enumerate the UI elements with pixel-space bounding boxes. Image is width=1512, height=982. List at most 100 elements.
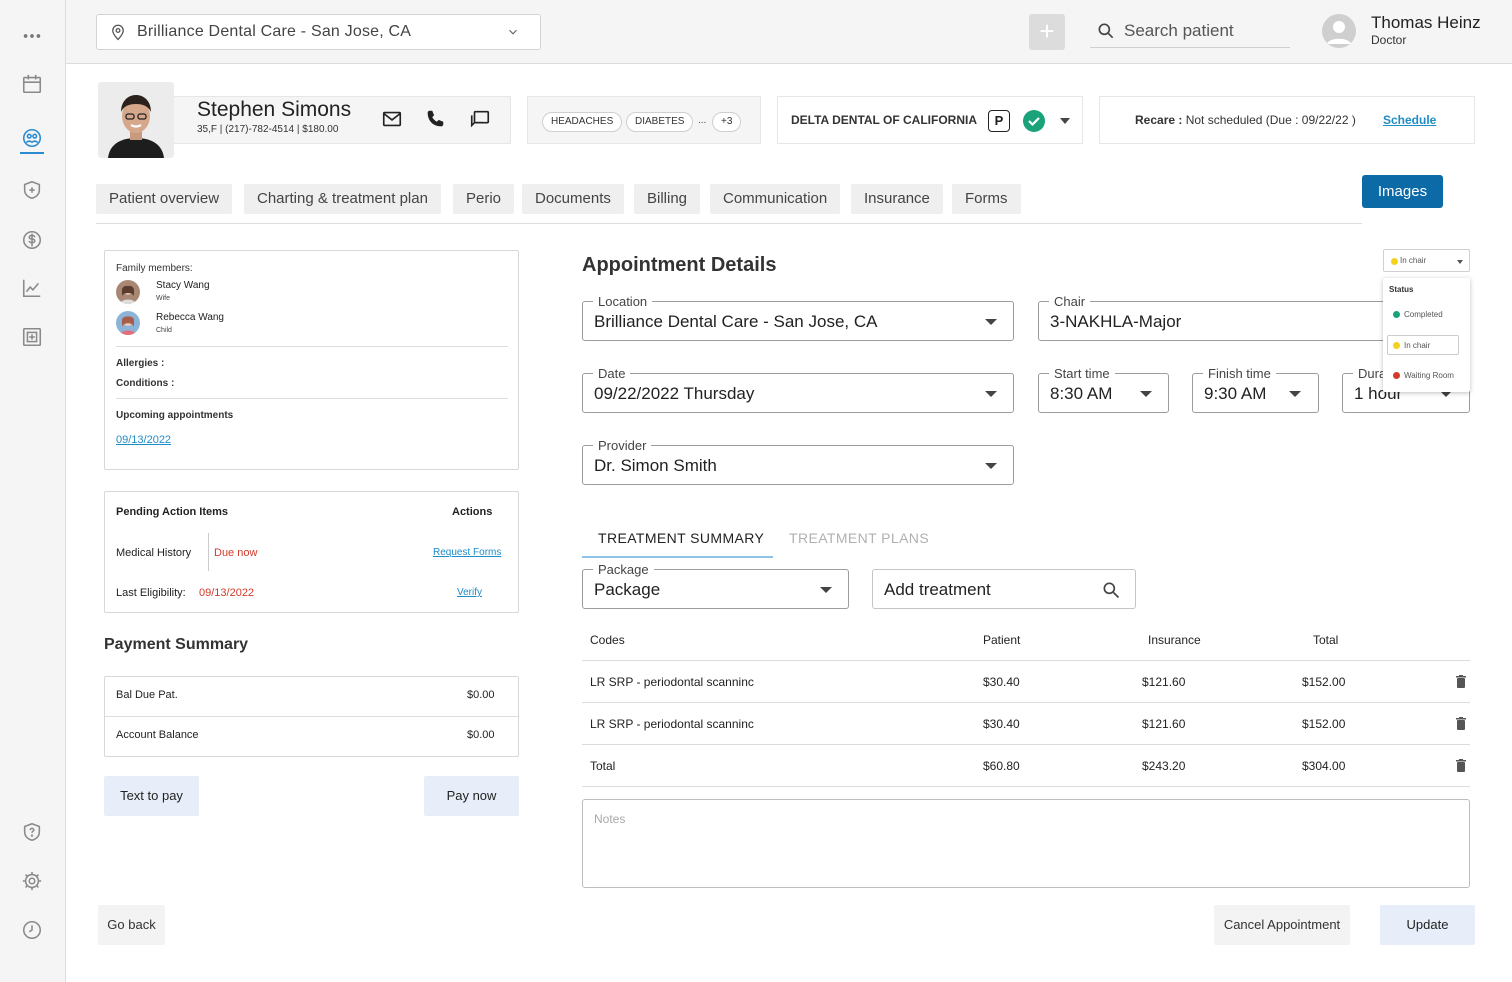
family-member-relation: Wife (156, 295, 170, 302)
status-select[interactable]: In chair (1383, 249, 1470, 272)
pending-actions-card: Pending Action Items Actions Medical His… (104, 491, 519, 613)
finish-time-field[interactable]: Finish time 9:30 AM (1192, 366, 1319, 413)
family-member-name[interactable]: Rebecca Wang (156, 312, 224, 323)
search-icon (1103, 582, 1120, 599)
status-option-completed[interactable]: Completed (1387, 305, 1466, 325)
tab-treatment-summary[interactable]: TREATMENT SUMMARY (598, 530, 764, 546)
chat-icon[interactable] (469, 108, 493, 132)
payment-row-value: $0.00 (467, 729, 495, 741)
go-back-button[interactable]: Go back (98, 905, 165, 945)
family-avatar[interactable] (116, 280, 140, 304)
family-member-name[interactable]: Stacy Wang (156, 280, 210, 291)
more-icon[interactable] (20, 24, 44, 48)
row-code: LR SRP - periodontal scanninc (590, 675, 754, 689)
row-patient: $60.80 (983, 759, 1020, 773)
tab-charting[interactable]: Charting & treatment plan (244, 184, 441, 214)
active-tab-underline (582, 556, 773, 558)
tab-treatment-plans[interactable]: TREATMENT PLANS (789, 530, 929, 546)
tabs-divider (96, 223, 1362, 224)
row-code: LR SRP - periodontal scanninc (590, 717, 754, 731)
status-dropdown-icon (1457, 260, 1463, 264)
actions-label: Actions (452, 506, 493, 518)
family-member-relation: Child (156, 327, 172, 334)
start-time-field[interactable]: Start time 8:30 AM (1038, 366, 1169, 413)
trash-icon[interactable] (1455, 675, 1467, 688)
request-forms-link[interactable]: Request Forms (433, 547, 501, 558)
location-pin-icon (112, 24, 124, 41)
trash-icon[interactable] (1455, 759, 1467, 772)
cancel-appointment-button[interactable]: Cancel Appointment (1214, 905, 1350, 945)
text-to-pay-button[interactable]: Text to pay (104, 776, 199, 816)
dropdown-arrow-icon (985, 391, 997, 397)
images-button[interactable]: Images (1362, 175, 1443, 208)
calendar-icon[interactable] (20, 72, 44, 96)
divider (208, 533, 209, 571)
tag-diabetes[interactable]: DIABETES (626, 112, 694, 132)
tab-documents[interactable]: Documents (522, 184, 624, 214)
dropdown-arrow-icon (985, 319, 997, 325)
upcoming-label: Upcoming appointments (116, 410, 234, 421)
shield-plus-icon[interactable] (20, 178, 44, 202)
settings-gear-icon[interactable] (20, 869, 44, 893)
provider-field[interactable]: Provider Dr. Simon Smith (582, 438, 1014, 485)
status-dot (1391, 258, 1398, 265)
add-button[interactable]: + (1029, 14, 1065, 50)
status-menu-title: Status (1389, 285, 1414, 294)
mail-icon[interactable] (381, 108, 405, 132)
family-avatar[interactable] (116, 311, 140, 335)
search-patient-input[interactable]: Search patient (1090, 14, 1290, 48)
left-sidebar (0, 0, 66, 982)
status-option-waiting-room[interactable]: Waiting Room (1387, 366, 1466, 386)
billing-dollar-icon[interactable] (20, 228, 44, 252)
tags-more-count[interactable]: +3 (712, 112, 742, 132)
pay-now-button[interactable]: Pay now (424, 776, 519, 816)
add-treatment-input[interactable]: Add treatment (872, 569, 1136, 609)
location-field[interactable]: Location Brilliance Dental Care - San Jo… (582, 294, 1014, 341)
tag-headaches[interactable]: HEADACHES (542, 112, 623, 132)
location-field-label: Location (593, 294, 653, 309)
verified-check-icon (1023, 110, 1045, 132)
notes-textarea[interactable]: Notes (582, 799, 1470, 888)
tab-patient-overview[interactable]: Patient overview (96, 184, 233, 214)
table-divider (582, 702, 1470, 703)
date-field[interactable]: Date 09/22/2022 Thursday (582, 366, 1014, 413)
medical-kit-icon[interactable] (20, 325, 44, 349)
dropdown-arrow-icon (820, 587, 832, 593)
tab-perio[interactable]: Perio (453, 184, 515, 214)
row-code: Total (590, 759, 616, 773)
insurance-box[interactable]: DELTA DENTAL OF CALIFORNIA P (777, 96, 1083, 144)
search-icon (1098, 23, 1114, 38)
package-field[interactable]: Package Package (582, 562, 849, 609)
phone-icon[interactable] (424, 108, 448, 132)
search-placeholder: Search patient (1124, 20, 1234, 40)
verify-link[interactable]: Verify (457, 587, 482, 598)
allergies-label: Allergies : (116, 358, 165, 369)
col-header-codes: Codes (590, 633, 625, 647)
tab-communication[interactable]: Communication (710, 184, 841, 214)
tab-insurance[interactable]: Insurance (851, 184, 943, 214)
analytics-chart-icon[interactable] (20, 276, 44, 300)
notes-placeholder: Notes (594, 812, 626, 826)
patients-icon[interactable] (20, 126, 44, 150)
location-select[interactable]: Brilliance Dental Care - San Jose, CA (96, 14, 541, 50)
user-avatar[interactable] (1322, 14, 1356, 48)
history-clock-icon[interactable] (20, 918, 44, 942)
help-shield-icon[interactable] (20, 820, 44, 844)
schedule-link[interactable]: Schedule (1383, 113, 1436, 127)
add-treatment-placeholder: Add treatment (884, 580, 991, 599)
tab-forms[interactable]: Forms (952, 184, 1021, 214)
insurance-dropdown-icon[interactable] (1060, 118, 1070, 124)
trash-icon[interactable] (1455, 717, 1467, 730)
finish-time-value: 9:30 AM (1204, 384, 1267, 403)
patient-name: Stephen Simons (197, 98, 352, 121)
start-time-label: Start time (1049, 366, 1115, 381)
insurance-primary-badge: P (988, 110, 1010, 132)
upcoming-appointment-link[interactable]: 09/13/2022 (116, 434, 171, 446)
update-button[interactable]: Update (1380, 905, 1475, 945)
tab-billing[interactable]: Billing (634, 184, 701, 214)
dropdown-arrow-icon (985, 463, 997, 469)
status-select-value: In chair (1400, 256, 1427, 265)
status-option-in-chair[interactable]: In chair (1387, 335, 1459, 355)
conditions-label: Conditions : (116, 378, 175, 389)
row-insurance: $121.60 (1142, 675, 1186, 689)
